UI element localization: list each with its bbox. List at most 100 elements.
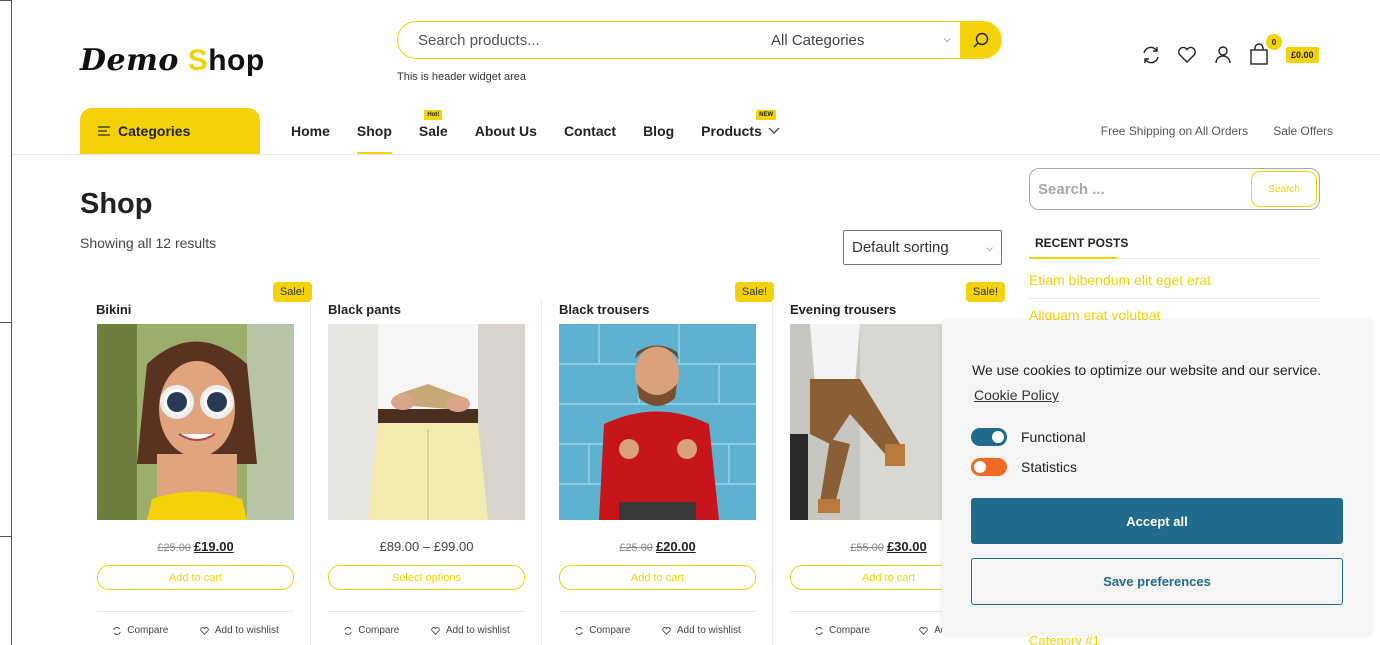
compare-button[interactable]: Compare [574, 625, 630, 636]
old-price: £25.00 [619, 542, 653, 554]
statistics-toggle-row: Statistics [971, 458, 1077, 476]
new-badge: NEW [756, 110, 777, 120]
card-divider [559, 611, 756, 612]
nav-item-label: Sale [418, 123, 448, 139]
product-actions: Compare Add to wishlist [97, 625, 294, 636]
site-logo[interactable]: Demo Shop [80, 43, 265, 78]
nav-item-sale[interactable]: Hot! Sale [419, 108, 448, 154]
sale-price: £19.00 [193, 539, 234, 554]
compare-button[interactable]: Compare [343, 625, 399, 636]
cookie-policy-link[interactable]: Cookie Policy [974, 387, 1059, 403]
heart-icon[interactable] [1176, 44, 1198, 66]
add-to-wishlist-button[interactable]: Add to wishlist [661, 625, 741, 636]
product-price: £89.00 – £99.00 [328, 539, 525, 554]
add-to-cart-button[interactable]: Add to cart [559, 565, 756, 590]
product-name[interactable]: Black trousers [559, 302, 649, 317]
sort-select[interactable]: Default sorting ⌵ [843, 230, 1002, 265]
toggle-knob [974, 461, 986, 473]
sale-offers-link[interactable]: Sale Offers [1273, 124, 1333, 138]
nav-item-label: Products [701, 123, 762, 139]
product-actions: Compare Add to wishlist [328, 625, 525, 636]
category-select[interactable]: All Categories ⌵ [771, 22, 961, 58]
recent-post-link[interactable]: Etiam bibendum elit eget erat [1029, 272, 1211, 288]
product-image-black-pants[interactable] [328, 324, 525, 520]
nav-item-products[interactable]: NEW Products [701, 108, 780, 154]
heart-icon [431, 626, 440, 635]
nav-item-shop[interactable]: Shop [356, 108, 392, 154]
chevron-down-icon [768, 127, 780, 134]
hot-badge: Hot! [424, 110, 443, 120]
sale-price: £20.00 [655, 539, 696, 554]
nav-right-links: Free Shipping on All Orders Sale Offers [1101, 124, 1333, 138]
compare-icon [815, 626, 823, 635]
nav-item-label: About Us [474, 123, 537, 139]
product-search-button[interactable] [960, 22, 1001, 58]
old-price: £55.00 [850, 542, 884, 554]
add-to-cart-button[interactable]: Add to cart [97, 565, 294, 590]
nav-item-contact[interactable]: Contact [564, 108, 616, 154]
compare-label: Compare [127, 625, 169, 636]
compare-icon [113, 626, 121, 635]
search-icon [973, 32, 988, 48]
card-separator [310, 300, 311, 645]
header-widget-text: This is header widget area [397, 71, 527, 83]
logo-text-s: S [187, 44, 209, 77]
cart-button[interactable]: 0 [1248, 34, 1282, 68]
product-price: £25.00 £19.00 [97, 539, 294, 554]
compare-icon[interactable] [1140, 44, 1162, 66]
user-icon[interactable] [1212, 44, 1234, 66]
chevron-down-icon: ⌵ [943, 34, 951, 45]
main-nav: Home Shop Hot! Sale About Us Contact Blog… [291, 108, 807, 154]
wishlist-label: Add to wishlist [676, 625, 741, 636]
free-shipping-link[interactable]: Free Shipping on All Orders [1101, 124, 1248, 138]
product-photo [559, 324, 756, 520]
page-title: Shop [80, 188, 153, 220]
statistics-toggle[interactable] [971, 458, 1007, 476]
product-name[interactable]: Bikini [96, 302, 131, 317]
price-range: £89.00 – £99.00 [379, 539, 474, 554]
sidebar-search-input[interactable] [1038, 177, 1238, 201]
product-image-bikini[interactable] [97, 324, 294, 520]
select-options-button[interactable]: Select options [328, 565, 525, 590]
save-preferences-button[interactable]: Save preferences [971, 558, 1343, 605]
functional-toggle[interactable] [971, 428, 1007, 446]
cart-total[interactable]: £0.00 [1286, 47, 1319, 63]
result-count: Showing all 12 results [80, 235, 217, 251]
cookie-banner: We use cookies to optimize our website a… [942, 320, 1372, 635]
card-separator [541, 300, 542, 645]
sale-badge: Sale! [734, 282, 774, 302]
product-image-black-trousers[interactable] [559, 324, 756, 520]
nav-item-blog[interactable]: Blog [643, 108, 674, 154]
product-name[interactable]: Evening trousers [790, 302, 896, 317]
product-photo [328, 324, 525, 520]
chevron-down-icon: ⌵ [986, 243, 993, 253]
nav-item-label: Home [291, 123, 330, 139]
compare-button[interactable]: Compare [112, 625, 168, 636]
add-to-wishlist-button[interactable]: Add to wishlist [430, 625, 510, 636]
nav-item-about-us[interactable]: About Us [475, 108, 537, 154]
header-icons: 0 £0.00 [1140, 34, 1319, 68]
accept-all-button[interactable]: Accept all [971, 498, 1343, 544]
product-search-input[interactable] [418, 22, 758, 58]
product-actions: Compare Add to wishlist [559, 625, 756, 636]
compare-label: Compare [358, 625, 400, 636]
logo-text-hop: hop [208, 44, 265, 77]
sidebar-search-form: Search [1029, 168, 1320, 210]
nav-item-home[interactable]: Home [291, 108, 330, 154]
window-edge-tick [0, 0, 12, 1]
nav-item-label: Shop [356, 123, 392, 139]
product-name[interactable]: Black pants [328, 302, 401, 317]
compare-button[interactable]: Compare [814, 625, 870, 636]
sidebar-search-button[interactable]: Search [1251, 171, 1317, 207]
sale-badge: Sale! [272, 282, 312, 302]
heart-icon [919, 626, 928, 635]
compare-label: Compare [589, 625, 631, 636]
functional-label: Functional [1021, 429, 1086, 445]
logo-text-demo: Demo [80, 43, 179, 78]
sale-price: £30.00 [886, 539, 927, 554]
heart-icon [662, 626, 671, 635]
window-edge-tick [0, 536, 12, 537]
card-divider [97, 611, 294, 612]
categories-button[interactable]: Categories [80, 108, 260, 154]
add-to-wishlist-button[interactable]: Add to wishlist [199, 625, 279, 636]
